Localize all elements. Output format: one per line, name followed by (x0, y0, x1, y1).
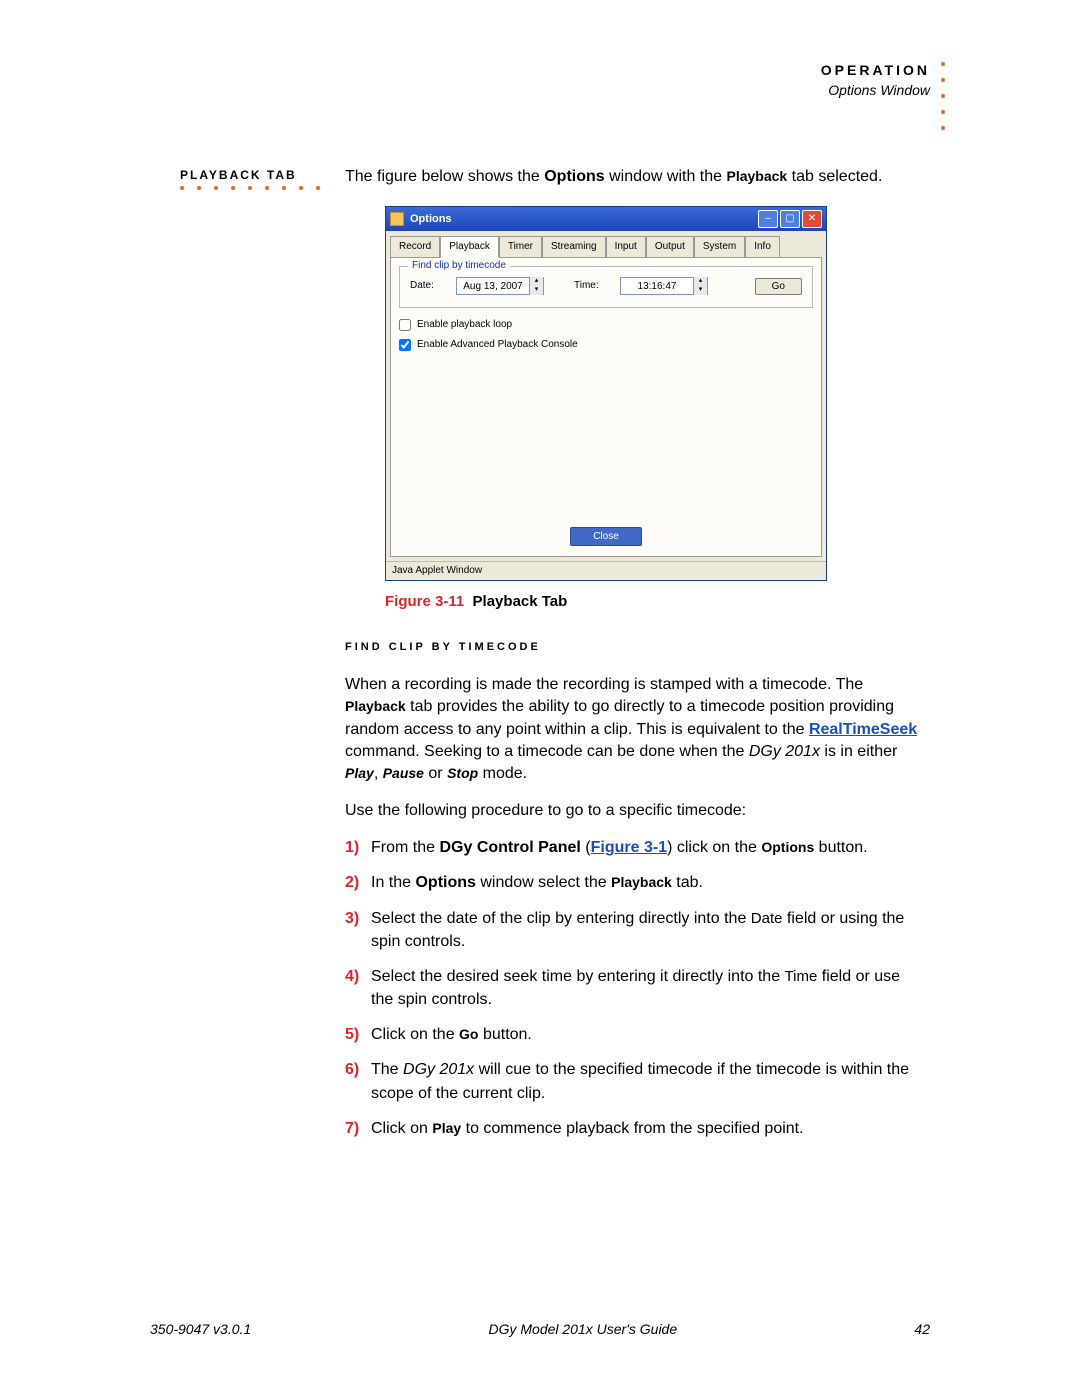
enable-loop-label: Enable playback loop (417, 318, 512, 332)
time-up-icon[interactable]: ▴ (693, 277, 707, 286)
date-up-icon[interactable]: ▴ (529, 277, 543, 286)
footer-left: 350-9047 v3.0.1 (150, 1321, 251, 1337)
step-2: 2)In the Options window select the Playb… (345, 871, 925, 894)
window-titlebar[interactable]: Options – ▢ ✕ (386, 207, 826, 231)
sidebar-dots (180, 186, 320, 190)
figure-options-window: Options – ▢ ✕ Record Playback Timer Stre… (385, 206, 925, 581)
tab-strip: Record Playback Timer Streaming Input Ou… (386, 231, 826, 257)
date-spinner[interactable]: ▴▾ (456, 277, 544, 295)
tab-record[interactable]: Record (390, 236, 440, 258)
enable-loop-checkbox[interactable] (399, 319, 411, 331)
time-spinner[interactable]: ▴▾ (620, 277, 708, 295)
figure-3-1-link[interactable]: Figure 3-1 (591, 839, 667, 856)
step-3: 3)Select the date of the clip by enterin… (345, 907, 925, 953)
realtimeseek-link[interactable]: RealTimeSeek (809, 721, 917, 738)
close-x-button[interactable]: ✕ (802, 210, 822, 228)
status-bar: Java Applet Window (386, 561, 826, 580)
paragraph-procedure-lead: Use the following procedure to go to a s… (345, 800, 925, 822)
paragraph-timecode-desc: When a recording is made the recording i… (345, 674, 925, 786)
time-down-icon[interactable]: ▾ (693, 286, 707, 295)
date-label: Date: (410, 279, 448, 293)
tab-timer[interactable]: Timer (499, 236, 542, 258)
step-7: 7)Click on Play to commence playback fro… (345, 1117, 925, 1140)
footer-page: 42 (914, 1321, 930, 1337)
enable-advanced-checkbox[interactable] (399, 339, 411, 351)
figure-caption: Figure 3-11 Playback Tab (385, 591, 925, 612)
step-6: 6)The DGy 201x will cue to the specified… (345, 1058, 925, 1104)
tab-system[interactable]: System (694, 236, 745, 258)
group-legend: Find clip by timecode (408, 259, 510, 273)
maximize-button[interactable]: ▢ (780, 210, 800, 228)
tab-input[interactable]: Input (606, 236, 646, 258)
intro-paragraph: The figure below shows the Options windo… (345, 166, 925, 188)
step-4: 4)Select the desired seek time by enteri… (345, 965, 925, 1011)
header-dots (941, 62, 945, 130)
minimize-button[interactable]: – (758, 210, 778, 228)
time-input[interactable] (621, 281, 693, 292)
tab-output[interactable]: Output (646, 236, 694, 258)
close-button[interactable]: Close (570, 527, 642, 546)
date-down-icon[interactable]: ▾ (529, 286, 543, 295)
time-label: Time: (574, 279, 612, 293)
subsection-heading: FIND CLIP BY TIMECODE (345, 640, 925, 655)
step-5: 5)Click on the Go button. (345, 1023, 925, 1046)
page-footer: 350-9047 v3.0.1 DGy Model 201x User's Gu… (150, 1321, 930, 1337)
sidebar-heading: PLAYBACK TAB (180, 168, 297, 182)
tab-playback[interactable]: Playback (440, 236, 499, 258)
section-label: Options Window (821, 82, 930, 98)
step-1: 1)From the DGy Control Panel (Figure 3-1… (345, 836, 925, 859)
window-icon (390, 212, 404, 226)
chapter-label: OPERATION (821, 62, 930, 78)
enable-advanced-label: Enable Advanced Playback Console (417, 338, 578, 352)
go-button[interactable]: Go (755, 278, 802, 295)
footer-center: DGy Model 201x User's Guide (488, 1321, 677, 1337)
tab-info[interactable]: Info (745, 236, 780, 258)
find-clip-group: Find clip by timecode Date: ▴▾ Time: (399, 266, 813, 308)
date-input[interactable] (457, 281, 529, 292)
window-title: Options (410, 212, 758, 227)
tab-streaming[interactable]: Streaming (542, 236, 606, 258)
